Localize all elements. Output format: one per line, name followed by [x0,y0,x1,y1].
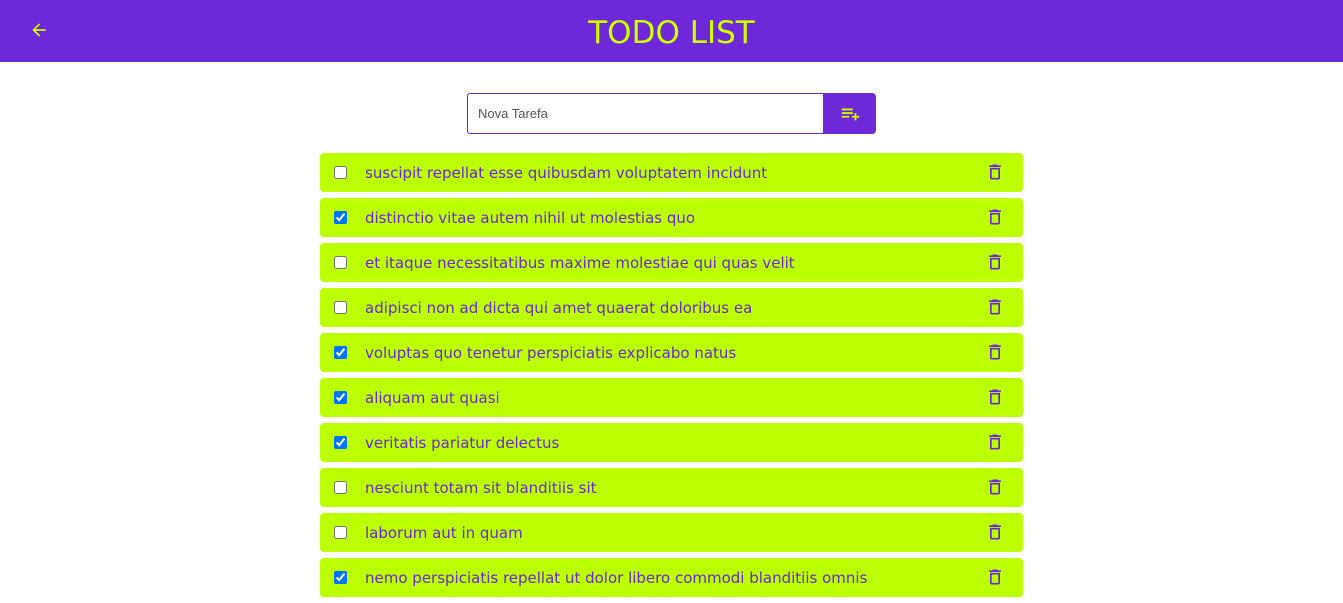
todo-item: distinctio vitae autem nihil ut molestia… [320,198,1023,237]
delete-todo-button[interactable] [984,476,1006,498]
todo-label: nemo perspiciatis repellat ut dolor libe… [365,569,868,587]
trash-icon [989,524,1001,540]
todo-checkbox[interactable] [334,391,347,404]
todo-item: et itaque necessitatibus maxime molestia… [320,243,1023,282]
trash-icon [989,299,1001,315]
todo-item: laborum aut in quam [320,513,1023,552]
todo-checkbox[interactable] [334,166,347,179]
todo-checkbox[interactable] [334,256,347,269]
todo-checkbox[interactable] [334,571,347,584]
todo-label: et itaque necessitatibus maxime molestia… [365,254,795,272]
trash-icon [989,389,1001,405]
trash-icon [989,209,1001,225]
delete-todo-button[interactable] [984,566,1006,588]
todo-checkbox[interactable] [334,346,347,359]
add-task-button[interactable] [823,93,876,134]
todo-label: suscipit repellat esse quibusdam volupta… [365,164,768,182]
delete-todo-button[interactable] [984,341,1006,363]
delete-todo-button[interactable] [984,206,1006,228]
todo-checkbox[interactable] [334,526,347,539]
todo-list: suscipit repellat esse quibusdam volupta… [320,153,1023,603]
todo-item: voluptas quo tenetur perspiciatis explic… [320,333,1023,372]
delete-todo-button[interactable] [984,161,1006,183]
todo-item: aliquam aut quasi [320,378,1023,417]
todo-item: nemo perspiciatis repellat ut dolor libe… [320,558,1023,597]
app-header: TODO LIST [0,0,1343,62]
todo-item: suscipit repellat esse quibusdam volupta… [320,153,1023,192]
todo-label: distinctio vitae autem nihil ut molestia… [365,209,696,227]
todo-item: adipisci non ad dicta qui amet quaerat d… [320,288,1023,327]
todo-label: aliquam aut quasi [365,389,500,407]
todo-label: veritatis pariatur delectus [365,434,560,452]
trash-icon [989,164,1001,180]
todo-checkbox[interactable] [334,481,347,494]
todo-label: adipisci non ad dicta qui amet quaerat d… [365,299,753,317]
delete-todo-button[interactable] [984,296,1006,318]
new-task-input[interactable] [467,93,823,134]
todo-item: veritatis pariatur delectus [320,423,1023,462]
page-title: TODO LIST [588,15,755,51]
delete-todo-button[interactable] [984,521,1006,543]
trash-icon [989,569,1001,585]
todo-label: voluptas quo tenetur perspiciatis explic… [365,344,737,362]
todo-checkbox[interactable] [334,211,347,224]
todo-item: nesciunt totam sit blanditiis sit [320,468,1023,507]
trash-icon [989,344,1001,360]
new-task-form [467,93,876,134]
todo-checkbox[interactable] [334,301,347,314]
trash-icon [989,254,1001,270]
delete-todo-button[interactable] [984,431,1006,453]
todo-checkbox[interactable] [334,436,347,449]
delete-todo-button[interactable] [984,386,1006,408]
trash-icon [989,479,1001,495]
todo-label: laborum aut in quam [365,524,523,542]
todo-label: nesciunt totam sit blanditiis sit [365,479,597,497]
playlist-add-icon [841,108,859,120]
delete-todo-button[interactable] [984,251,1006,273]
trash-icon [989,434,1001,450]
